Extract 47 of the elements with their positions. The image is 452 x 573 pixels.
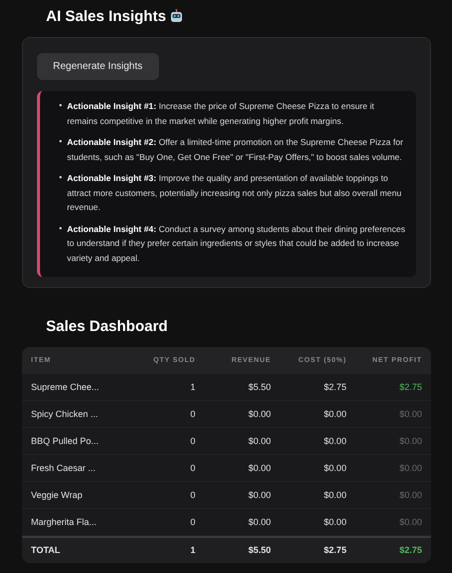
regenerate-insights-button[interactable]: Regenerate Insights [37,53,159,80]
table-cell-text: $0.00 [398,463,422,473]
insight-item: Actionable Insight #4: Conduct a survey among students about their dining preferences to understand if they prefer certain ingredients or styles that could be added to increase variety and appeal. [67,222,406,265]
insight-item: Actionable Insight #3: Improve the quality and presentation of available toppings to attract more customers, potentially increasing not only pizza sales but also overall menu revenue. [67,172,402,214]
total-cell-text: TOTAL [31,545,62,555]
table-cell-text: $0.00 [247,517,271,527]
table-cell-text: $5.50 [247,382,271,392]
robot-icon [170,9,184,23]
bullet: • [59,135,62,148]
total-cell-text: 1 [189,545,196,555]
total-cell-text: $2.75 [398,545,422,555]
table-cell-text: $0.00 [247,436,271,446]
table-cell-text: $0.00 [322,490,346,500]
table-cell-text: 0 [189,463,196,473]
table-cell-text: 0 [189,490,196,500]
insights-title: AI Sales Insights [46,8,166,24]
total-cell-text: $2.75 [322,545,346,555]
table-cell-text: Margherita Fla... [31,517,98,527]
table-cell-text: BBQ Pulled Po... [31,436,100,446]
table-cell-text: 0 [189,436,196,446]
table-cell-text: Spicy Chicken ... [31,409,100,419]
table-cell-text: $0.00 [247,463,271,473]
table-cell-text: $0.00 [247,409,271,419]
bullet: • [59,99,62,112]
table-cell-text: $0.00 [398,436,422,446]
insight-item: Actionable Insight #2: Offer a limited-time promotion on the Supreme Cheese Pizza for students, such as "Buy One, Get One Free" or "First-Pay Offers," to boost sales volume. [67,136,404,164]
table-cell-text: 0 [189,517,196,527]
insight-item: Actionable Insight #1: Increase the price of Supreme Cheese Pizza to ensure it remains competitive in the market while generating higher profit margins. [67,100,376,128]
table-cell-text: $0.00 [322,463,346,473]
table-cell-text: $2.75 [398,382,422,392]
table-cell-text: $2.75 [322,382,346,392]
dashboard-title: Sales Dashboard [46,318,169,335]
table-cell-text: Supreme Chee... [31,382,100,392]
table-cell-text: $0.00 [398,409,422,419]
table-cell-text: Fresh Caesar ... [31,463,97,473]
bullet: • [59,222,62,234]
table-cell-text: Veggie Wrap [31,490,84,500]
table-cell-text: $0.00 [322,436,346,446]
table-cell-text: $0.00 [398,517,422,527]
table-cell-text: $0.00 [322,409,346,419]
table-cell-text: $0.00 [322,517,346,527]
total-cell-text: $5.50 [247,545,271,555]
bullet: • [59,171,62,184]
table-cell-text: 1 [189,382,196,392]
table-cell-text: $0.00 [398,490,422,500]
table-cell-text: 0 [189,409,196,419]
table-cell-text: $0.00 [247,490,271,500]
